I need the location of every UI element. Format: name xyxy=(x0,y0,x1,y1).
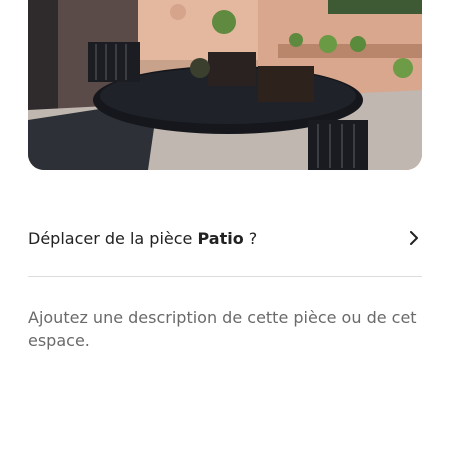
room-photo[interactable] xyxy=(28,0,422,170)
description-input[interactable]: Ajoutez une description de cette pièce o… xyxy=(28,306,422,352)
patio-photo-image xyxy=(28,0,422,170)
move-room-button[interactable]: Déplacer de la pièce Patio ? xyxy=(28,218,422,258)
move-room-label: Déplacer de la pièce Patio ? xyxy=(28,229,257,248)
move-room-suffix: ? xyxy=(243,228,258,248)
move-room-name: Patio xyxy=(197,228,244,248)
chevron-right-icon xyxy=(406,230,422,246)
move-room-prefix: Déplacer de la pièce xyxy=(28,228,198,248)
divider xyxy=(28,276,422,277)
room-photo-screen: Déplacer de la pièce Patio ? Ajoutez une… xyxy=(0,0,450,450)
